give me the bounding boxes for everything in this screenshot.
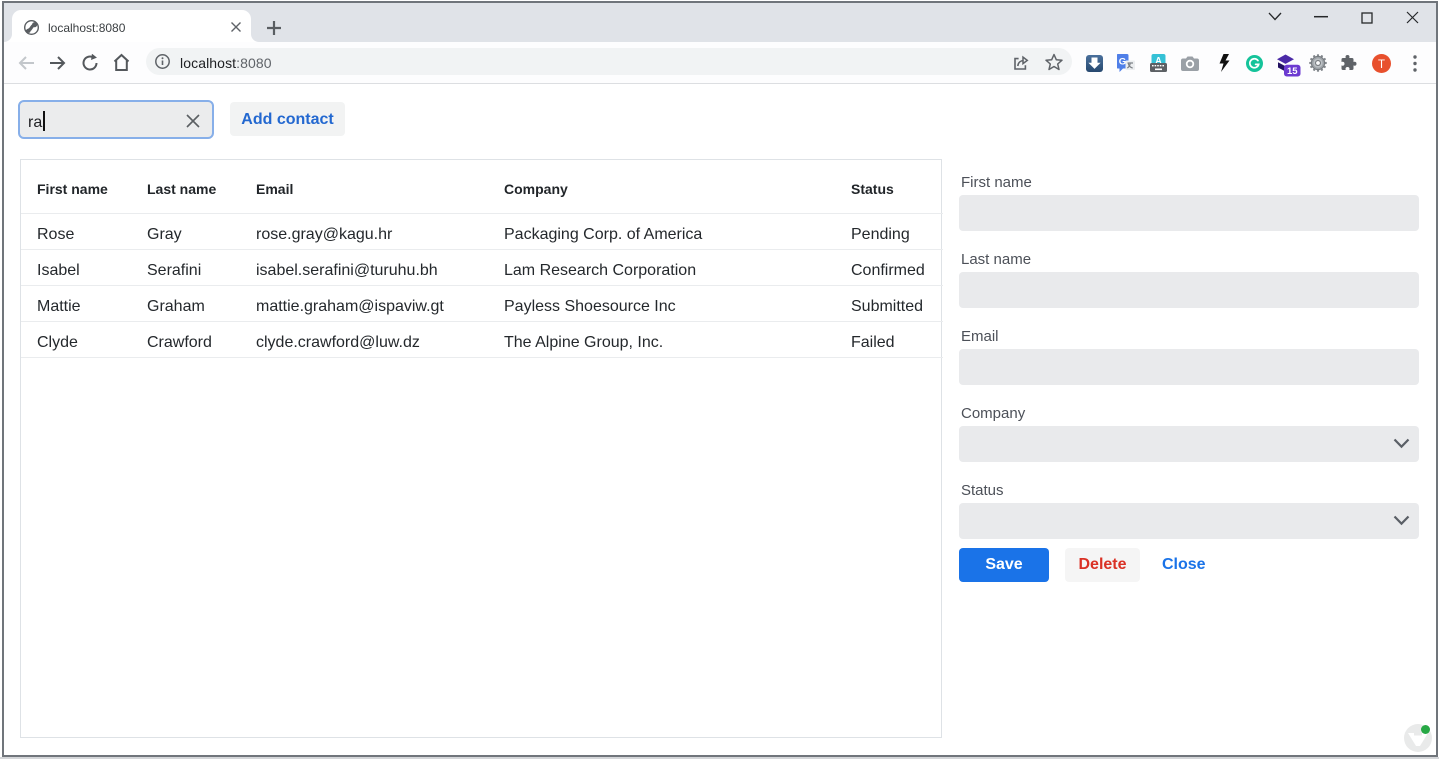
- svg-text:G: G: [1119, 57, 1126, 68]
- svg-text:T: T: [1378, 59, 1385, 71]
- svg-text:15: 15: [1287, 66, 1298, 77]
